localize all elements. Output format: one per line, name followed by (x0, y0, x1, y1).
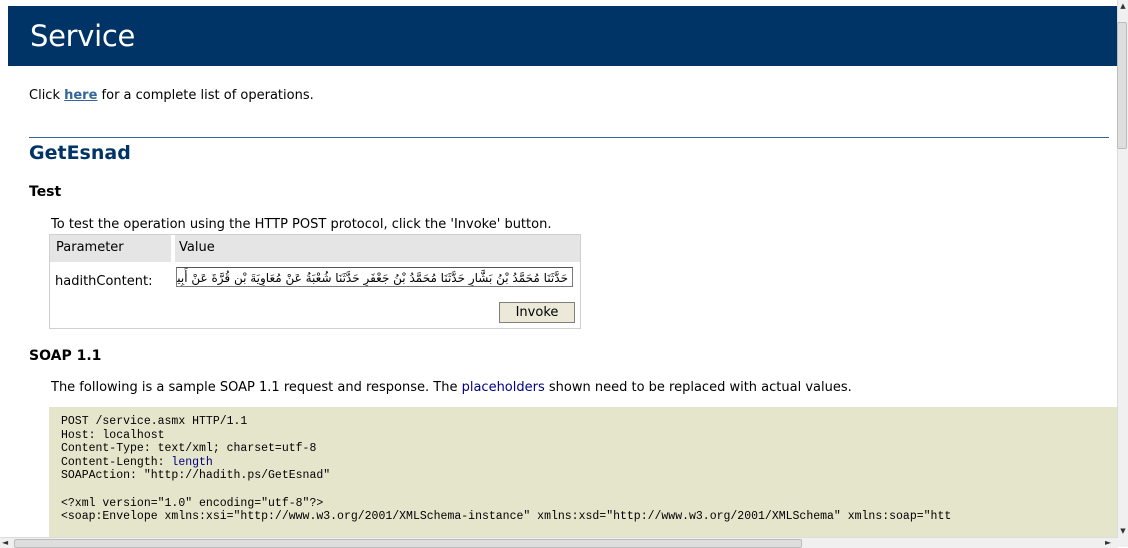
value-column-header-cell: Value (171, 235, 584, 262)
parameter-table: Parameter Value hadithContent: حَدَّثَنَ… (49, 234, 581, 329)
window-left-edge (0, 0, 8, 547)
intro-prefix: Click (29, 88, 65, 103)
code-line: Content-Type: text/xml; charset=utf-8 (61, 442, 317, 456)
hadith-content-label: hadithContent: (55, 274, 153, 289)
test-heading: Test (29, 184, 62, 200)
operations-list-link[interactable]: here (64, 88, 97, 103)
soap-desc-prefix: The following is a sample SOAP 1.1 reque… (51, 380, 462, 395)
parameter-column-header: Parameter (56, 240, 124, 255)
scroll-up-icon[interactable]: ▲ (1118, 0, 1128, 12)
page-title-bar: Service (8, 6, 1118, 66)
intro-text: Click here for a complete list of operat… (29, 88, 314, 103)
page-title: Service (30, 19, 136, 53)
vertical-scroll-thumb[interactable] (1117, 22, 1127, 149)
soap-request-code-box: POST /service.asmx HTTP/1.1 Host: localh… (49, 407, 1118, 537)
scroll-down-icon[interactable]: ▼ (1118, 525, 1128, 537)
operation-name: GetEsnad (29, 142, 131, 164)
soap-description: The following is a sample SOAP 1.1 reque… (51, 380, 852, 395)
code-line: <soap:Envelope xmlns:xsi="http://www.w3.… (61, 510, 952, 524)
hadith-content-input[interactable]: حَدَّثَنَا مُحَمَّدُ بْنُ بَشَّارٍ حَدَّ… (176, 267, 573, 287)
parameter-table-header: Parameter Value (50, 235, 580, 262)
code-line: <?xml version="1.0" encoding="utf-8"?> (61, 496, 324, 510)
value-column-header: Value (179, 240, 215, 255)
placeholders-term: placeholders (461, 380, 545, 395)
code-placeholder-length: length (171, 455, 213, 469)
test-description: To test the operation using the HTTP POS… (51, 217, 552, 232)
code-line: SOAPAction: "http://hadith.ps/GetEsnad" (61, 469, 331, 483)
section-divider (29, 137, 1109, 138)
code-line: POST /service.asmx HTTP/1.1 (61, 415, 248, 428)
invoke-button[interactable]: Invoke (499, 302, 575, 323)
code-line: Content-Length: (61, 455, 172, 469)
soap-request-code: POST /service.asmx HTTP/1.1 Host: localh… (61, 415, 951, 524)
code-line: Host: localhost (61, 428, 165, 442)
scrollbar-corner (1118, 537, 1128, 547)
soap-heading: SOAP 1.1 (29, 348, 102, 364)
soap-desc-suffix: shown need to be replaced with actual va… (544, 380, 852, 395)
horizontal-scrollbar[interactable]: ◄ ► (0, 537, 1118, 548)
vertical-scrollbar[interactable]: ▲ ▼ (1117, 0, 1128, 547)
intro-suffix: for a complete list of operations. (97, 88, 314, 103)
page-viewport: Service Click here for a complete list o… (8, 6, 1118, 537)
